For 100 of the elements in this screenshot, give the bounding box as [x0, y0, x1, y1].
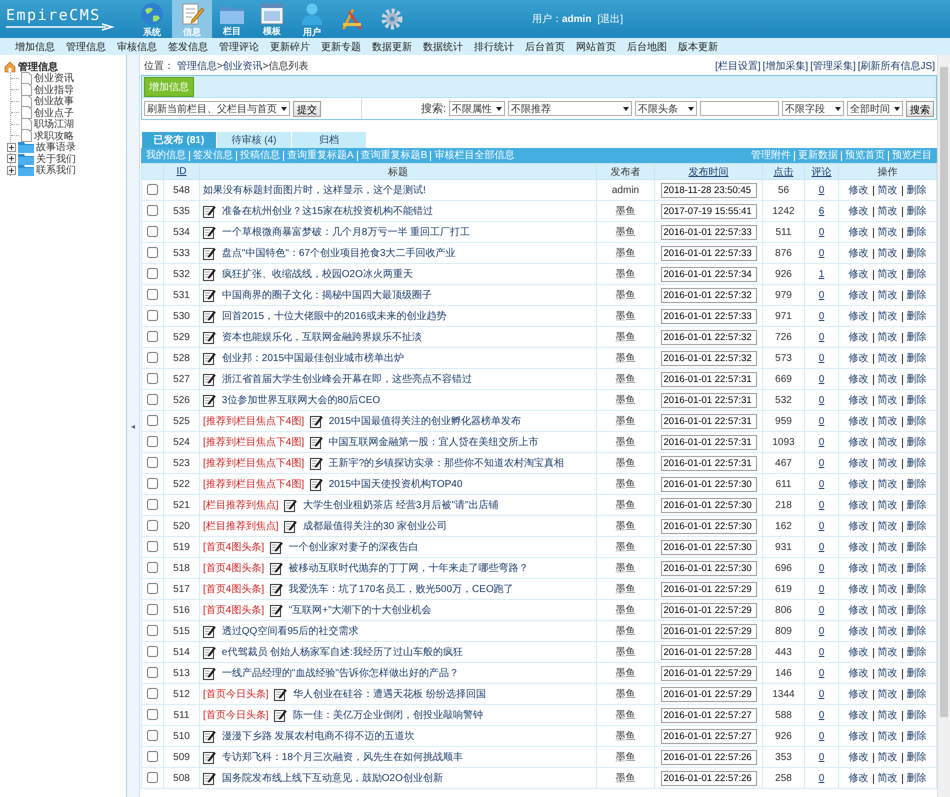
tree-item[interactable]: 创业资讯: [34, 71, 74, 86]
action-link[interactable]: 删除: [902, 542, 930, 552]
comments-link[interactable]: 0: [818, 668, 824, 678]
action-link[interactable]: 删除: [902, 732, 930, 742]
publisher-link[interactable]: 墨鱼: [616, 584, 636, 595]
toolbar-link[interactable]: [栏目设置]: [715, 61, 761, 72]
edit-icon[interactable]: [270, 582, 283, 596]
publisher-link[interactable]: 墨鱼: [616, 752, 636, 763]
action-link[interactable]: 简改: [872, 458, 902, 468]
comments-link[interactable]: 0: [818, 520, 824, 532]
action-link[interactable]: 删除: [902, 584, 930, 594]
title-link[interactable]: 中国互联网金融第一股：宜人贷在美纽交所上市: [328, 437, 539, 448]
edit-icon[interactable]: [270, 604, 283, 616]
toolbar-link[interactable]: [刷新所有信息JS]: [858, 61, 935, 72]
row-checkbox[interactable]: [147, 625, 158, 636]
action-link[interactable]: 简改: [872, 270, 902, 280]
action-link[interactable]: 简改: [872, 606, 902, 616]
row-checkbox[interactable]: [147, 520, 158, 532]
publisher-link[interactable]: 墨鱼: [616, 773, 636, 784]
comments-link[interactable]: 0: [818, 604, 824, 616]
title-link[interactable]: 2015中国天使投资机构TOP40: [328, 479, 462, 490]
row-checkbox[interactable]: [147, 541, 158, 552]
action-link[interactable]: 删除: [902, 270, 930, 280]
action-link[interactable]: 删除: [902, 396, 930, 406]
collapse-sidebar-button[interactable]: ◂: [129, 422, 137, 430]
comments-link[interactable]: 0: [818, 584, 824, 594]
action-link[interactable]: 简改: [872, 690, 902, 700]
action-link[interactable]: 删除: [902, 332, 930, 342]
nav-tab[interactable]: 系统: [132, 0, 172, 38]
tree-item[interactable]: 关于我们: [36, 152, 76, 166]
title-link[interactable]: 华人创业在硅谷：遭遇天花板 纷纷选择回国: [293, 689, 486, 700]
row-checkbox[interactable]: [147, 436, 158, 448]
comments-link[interactable]: 0: [818, 626, 824, 636]
row-checkbox[interactable]: [147, 688, 158, 700]
comments-link[interactable]: 0: [818, 332, 824, 342]
publisher-link[interactable]: 墨鱼: [616, 605, 636, 616]
row-checkbox[interactable]: [147, 310, 158, 322]
action-link[interactable]: 修改: [844, 228, 872, 238]
title-link[interactable]: 大学生创业租奶茶店 经营3月后被"请"出店铺: [303, 500, 499, 511]
edit-icon[interactable]: [203, 204, 216, 218]
action-link[interactable]: 删除: [902, 290, 930, 300]
comments-link[interactable]: 0: [818, 458, 824, 468]
column-header[interactable]: ID: [176, 166, 186, 177]
row-checkbox[interactable]: [147, 730, 158, 742]
date-field[interactable]: 2016-01-01 22:57:29: [660, 582, 756, 596]
edit-icon[interactable]: [203, 288, 216, 302]
action-link[interactable]: 简改: [872, 732, 902, 742]
comments-link[interactable]: 0: [818, 226, 824, 238]
menu-link[interactable]: 版本更新: [678, 40, 718, 54]
date-field[interactable]: 2016-01-01 22:57:26: [660, 750, 756, 764]
action-link[interactable]: 删除: [902, 416, 930, 426]
action-link[interactable]: 修改: [844, 500, 872, 510]
action-link[interactable]: 删除: [902, 228, 930, 238]
action-link[interactable]: 简改: [872, 248, 902, 258]
date-field[interactable]: 2017-07-19 15:55:41: [660, 204, 756, 218]
tab[interactable]: 归档: [292, 132, 367, 148]
action-link[interactable]: 简改: [872, 500, 902, 510]
row-checkbox[interactable]: [147, 667, 158, 678]
tree-item[interactable]: 管理信息: [18, 60, 58, 74]
menu-link[interactable]: 增加信息: [15, 40, 55, 54]
publisher-link[interactable]: 墨鱼: [616, 269, 636, 280]
title-link[interactable]: 王新宇?的乡镇探访实录：那些你不知道农村淘宝真相: [328, 458, 564, 469]
action-link[interactable]: 修改: [844, 290, 872, 300]
action-link[interactable]: 修改: [844, 522, 872, 532]
comments-link[interactable]: 0: [818, 374, 824, 384]
publisher-link[interactable]: 墨鱼: [616, 668, 636, 679]
time-select[interactable]: 全部时间: [847, 101, 903, 116]
menu-link[interactable]: 签发信息: [168, 40, 208, 54]
action-link[interactable]: 简改: [872, 312, 902, 322]
action-link[interactable]: 修改: [844, 690, 872, 700]
publisher-link[interactable]: 墨鱼: [616, 689, 636, 700]
action-link[interactable]: 删除: [902, 438, 930, 448]
action-link[interactable]: 删除: [902, 606, 930, 616]
comments-link[interactable]: 6: [818, 206, 824, 216]
date-field[interactable]: 2016-01-01 22:57:32: [660, 330, 756, 344]
tree-item[interactable]: 创业故事: [34, 94, 74, 108]
edit-icon[interactable]: [203, 772, 216, 784]
action-link[interactable]: 删除: [902, 774, 930, 784]
tree-item[interactable]: 职场江湖: [34, 117, 74, 132]
action-link[interactable]: 删除: [902, 500, 930, 510]
action-link[interactable]: 删除: [902, 626, 930, 636]
comments-link[interactable]: 0: [818, 478, 824, 490]
date-field[interactable]: 2016-01-01 22:57:29: [660, 602, 756, 618]
action-link[interactable]: 删除: [902, 458, 930, 468]
action-link[interactable]: 删除: [902, 648, 930, 658]
action-link[interactable]: 简改: [872, 374, 902, 384]
menu-link[interactable]: 管理评论: [219, 40, 259, 54]
tab[interactable]: 待审核 (4): [217, 132, 292, 148]
comments-link[interactable]: 0: [818, 730, 824, 742]
edit-icon[interactable]: [203, 646, 216, 658]
comments-link[interactable]: 0: [818, 184, 824, 196]
date-field[interactable]: 2016-01-01 22:57:29: [660, 686, 756, 702]
action-link[interactable]: 修改: [844, 710, 872, 720]
keyword-field[interactable]: [700, 101, 779, 116]
action-link[interactable]: 简改: [872, 752, 902, 762]
date-field[interactable]: 2016-01-01 22:57:33: [660, 308, 756, 324]
publisher-link[interactable]: 墨鱼: [616, 374, 636, 385]
row-checkbox[interactable]: [147, 205, 158, 216]
title-link[interactable]: 被移动互联时代抛弃的丁丁网，十年来走了哪些弯路？: [288, 563, 529, 574]
comments-link[interactable]: 0: [818, 500, 824, 510]
